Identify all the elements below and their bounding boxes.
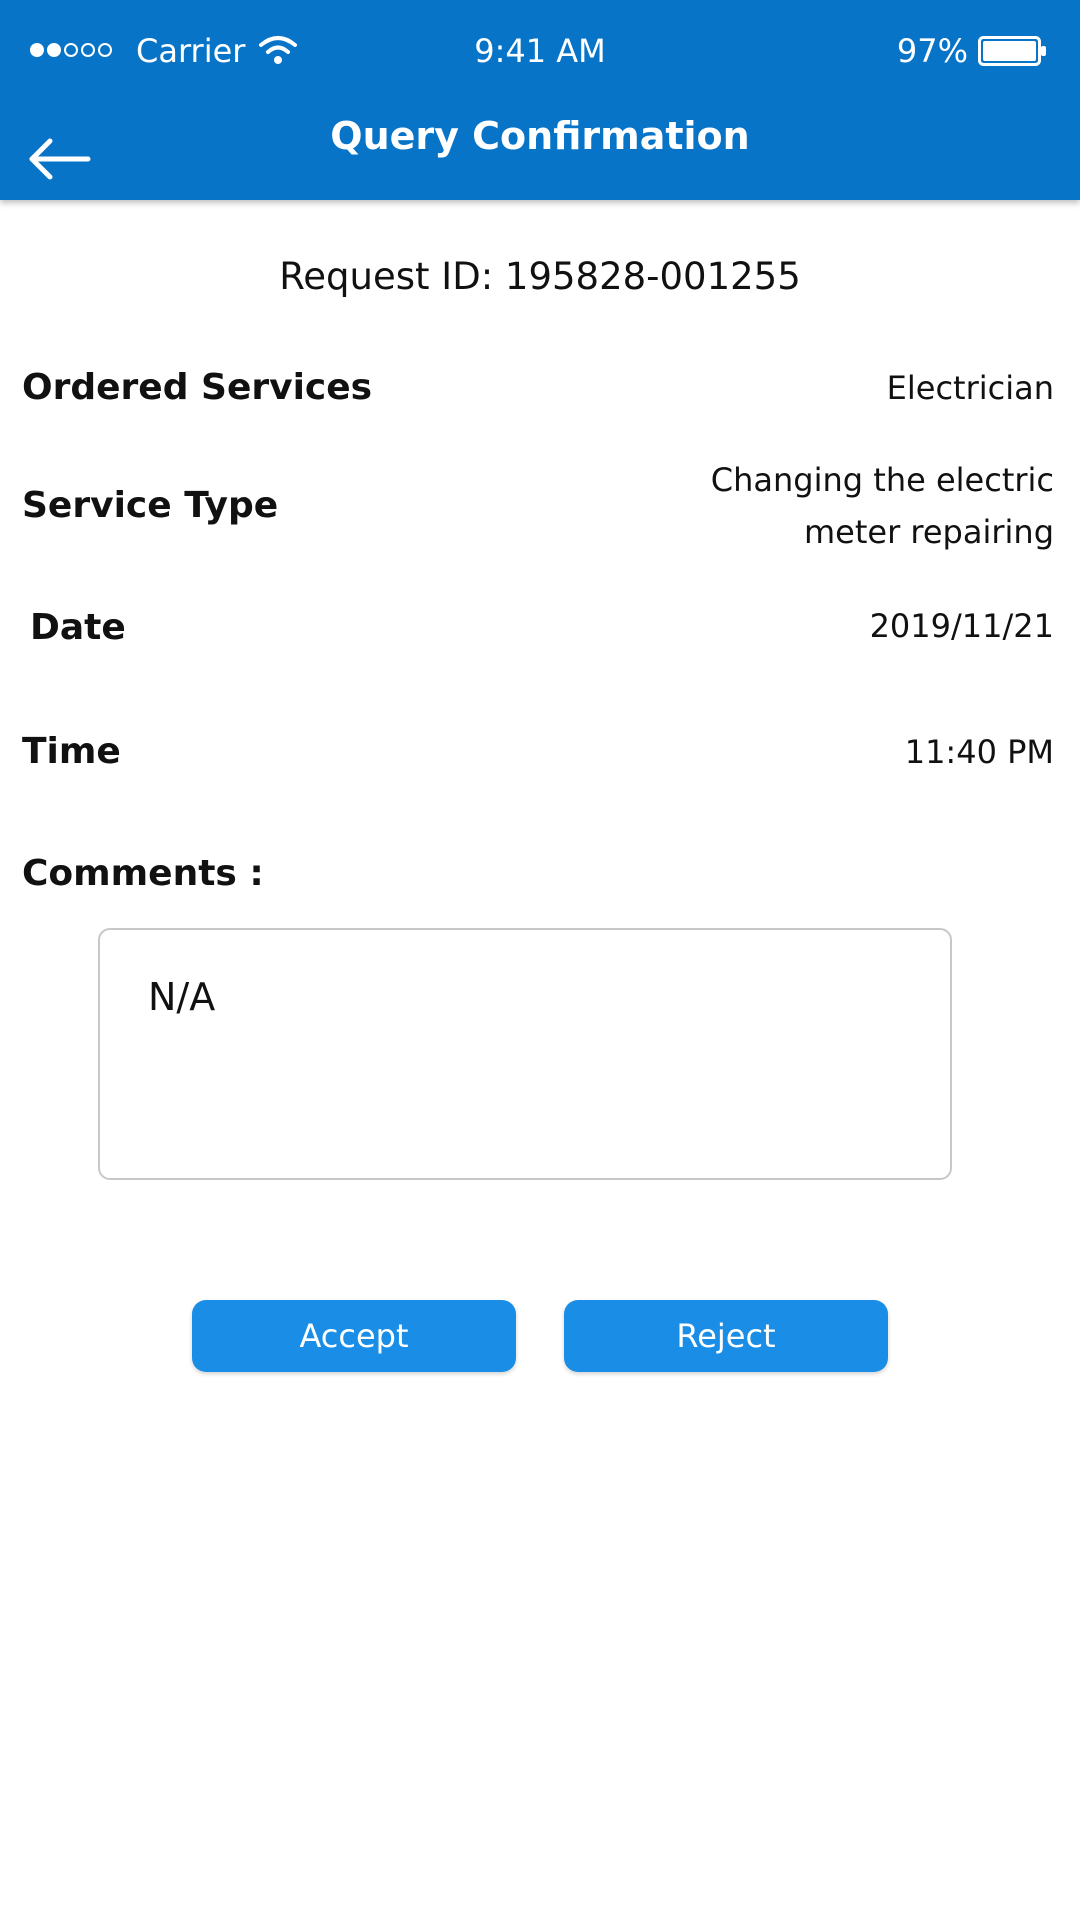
nav-bar: Query Confirmation: [0, 100, 1080, 200]
comments-value: N/A: [148, 975, 216, 1019]
reject-button[interactable]: Reject: [564, 1300, 888, 1372]
battery-percentage: 97%: [896, 32, 968, 70]
status-bar: Carrier 9:41 AM 97%: [0, 0, 1080, 100]
app-header: Carrier 9:41 AM 97% Query Confirmation: [0, 0, 1080, 200]
service-type-value-line: Changing the electric: [710, 461, 1054, 499]
accept-button[interactable]: Accept: [192, 1300, 516, 1372]
ordered-services-value: Electrician: [886, 369, 1054, 407]
service-type-value-line: meter repairing: [803, 513, 1054, 551]
request-id: Request ID: 195828-001255: [279, 255, 801, 298]
time-value: 11:40 PM: [904, 733, 1054, 771]
page-title: Query Confirmation: [330, 114, 750, 158]
comments-label: Comments :: [22, 853, 264, 894]
time-label: Time: [22, 731, 121, 772]
service-type-value: Changing the electric meter repairing: [711, 454, 1054, 558]
battery-icon: [978, 36, 1046, 66]
comments-field[interactable]: N/A: [98, 928, 952, 1180]
ordered-services-label: Ordered Services: [22, 367, 373, 408]
service-type-label: Service Type: [22, 485, 279, 526]
date-value: 2019/11/21: [869, 607, 1054, 645]
date-label: Date: [30, 607, 126, 648]
